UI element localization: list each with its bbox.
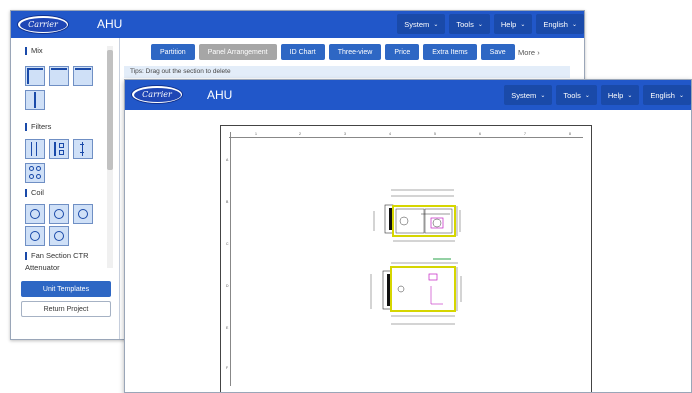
coil-tile-4[interactable] [25, 226, 45, 246]
menu-system[interactable]: System ⌄ [397, 14, 446, 34]
extra-items-button[interactable]: Extra Items [423, 44, 477, 60]
app-title: AHU [207, 88, 233, 102]
top-bar: Carrier AHU System ⌄ Tools ⌄ Help ⌄ English… [11, 11, 584, 38]
ahu-drawing [370, 189, 462, 325]
action-toolbar: Partition Panel Arrangement ID Chart Thr… [151, 44, 515, 60]
filter-tile-2[interactable] [49, 139, 69, 159]
partition-button[interactable]: Partition [151, 44, 195, 60]
app-title: AHU [97, 17, 123, 31]
filter-tile-1[interactable] [25, 139, 45, 159]
menu-help[interactable]: Help ⌄ [493, 14, 533, 34]
ahu-front-view [370, 258, 462, 325]
more-menu[interactable]: More › [518, 48, 540, 57]
unit-templates-button[interactable]: Unit Templates [21, 281, 111, 297]
id-chart-button[interactable]: ID Chart [280, 44, 325, 60]
coil-tile-5[interactable] [49, 226, 69, 246]
menu-language[interactable]: English ⌄ [536, 14, 584, 34]
sidebar-scroll-thumb[interactable] [107, 50, 113, 170]
drawing-sheet: 1 2 3 4 5 6 7 8 A B C D E F [220, 125, 592, 392]
top-menu: System ⌄ Tools ⌄ Help ⌄ English ⌄ [397, 14, 584, 34]
return-project-button[interactable]: Return Project [21, 301, 111, 317]
price-button[interactable]: Price [385, 44, 420, 60]
panel-arrangement-button[interactable]: Panel Arrangement [198, 44, 277, 60]
menu-language[interactable]: English ⌄ [643, 85, 691, 105]
coil-tile-2[interactable] [49, 204, 69, 224]
carrier-logo: Carrier [131, 85, 183, 104]
three-view-button[interactable]: Three-view [328, 44, 382, 60]
chevron-down-icon: ⌄ [627, 92, 633, 99]
mix-tile-2[interactable] [49, 66, 69, 86]
carrier-logo: Carrier [17, 15, 69, 34]
chevron-down-icon: ⌄ [571, 21, 577, 28]
front-window: Carrier AHU System ⌄ Tools ⌄ Help ⌄ English… [124, 79, 692, 393]
mix-tile-4[interactable] [25, 90, 45, 110]
menu-tools[interactable]: Tools ⌄ [449, 14, 490, 34]
ahu-top-view [373, 189, 461, 242]
chevron-down-icon: ⌄ [584, 92, 590, 99]
chevron-right-icon: › [537, 48, 540, 57]
section-palette: Mix Filters Coil Fan Section CTR Attenua… [11, 38, 120, 339]
section-label-filters: Filters [25, 122, 51, 131]
chevron-down-icon: ⌄ [678, 92, 684, 99]
filter-tile-3[interactable] [73, 139, 93, 159]
top-bar: Carrier AHU System ⌄ Tools ⌄ Help ⌄ English… [125, 80, 691, 110]
menu-tools[interactable]: Tools ⌄ [556, 85, 597, 105]
chevron-down-icon: ⌄ [520, 21, 526, 28]
tips-bar: Tips: Drag out the section to delete [124, 66, 570, 78]
chevron-down-icon: ⌄ [540, 92, 546, 99]
section-label-attenuator: Attenuator [25, 263, 60, 272]
menu-help[interactable]: Help ⌄ [600, 85, 640, 105]
section-label-coil: Coil [25, 188, 44, 197]
mix-tile-3[interactable] [73, 66, 93, 86]
chevron-down-icon: ⌄ [477, 21, 483, 28]
section-label-mix: Mix [25, 46, 43, 55]
section-label-fan: Fan Section CTR [25, 251, 89, 260]
save-button[interactable]: Save [480, 44, 515, 60]
menu-system[interactable]: System ⌄ [504, 85, 553, 105]
coil-tile-3[interactable] [73, 204, 93, 224]
filter-tile-4[interactable] [25, 163, 45, 183]
mix-tile-1[interactable] [25, 66, 45, 86]
top-menu: System ⌄ Tools ⌄ Help ⌄ English ⌄ [504, 85, 691, 105]
chevron-down-icon: ⌄ [433, 21, 439, 28]
coil-tile-1[interactable] [25, 204, 45, 224]
